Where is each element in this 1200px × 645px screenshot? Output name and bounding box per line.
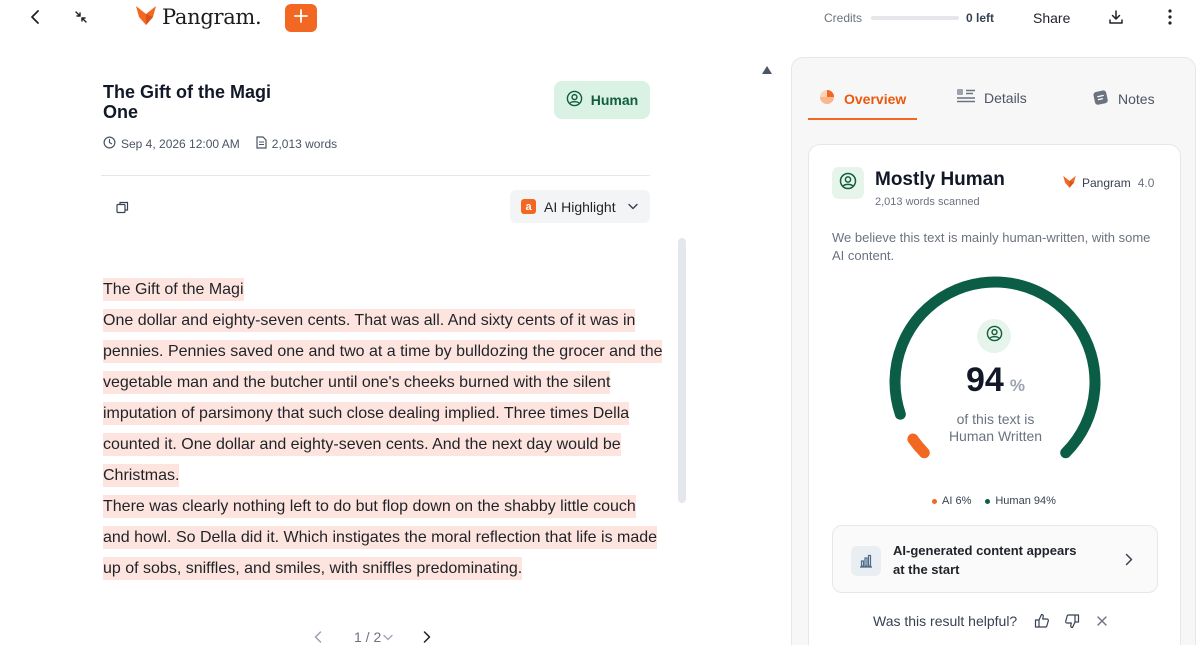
words-scanned: 2,013 words scanned: [875, 196, 980, 208]
brand-logo[interactable]: Pangram.: [134, 3, 262, 32]
classification-badge: Human: [554, 81, 650, 119]
collapse-icon[interactable]: [70, 6, 92, 28]
brand-name: Pangram.: [162, 5, 262, 29]
document-title: The Gift of the Magi One: [103, 82, 403, 122]
tab-notes-label: Notes: [1118, 90, 1155, 107]
highlight-mode-dropdown[interactable]: a AI Highlight: [510, 190, 650, 223]
document-meta: Sep 4, 2026 12:00 AM 2,013 words: [103, 136, 353, 152]
credits-progress-bar: [871, 16, 959, 20]
more-vertical-icon[interactable]: [1160, 7, 1180, 27]
download-icon[interactable]: [1106, 7, 1126, 27]
credits-left: 0 left: [966, 11, 995, 25]
details-list-icon: [956, 88, 976, 107]
chevron-right-icon[interactable]: [423, 629, 435, 645]
credits-label: Credits: [824, 11, 863, 25]
ai-highlighted-text: The Gift of the Magi: [103, 278, 244, 301]
header-divider: [101, 175, 650, 176]
insight-card[interactable]: AI-generated content appears at the star…: [832, 525, 1158, 593]
classification-label: Human: [590, 92, 639, 108]
overview-pie-icon: [818, 88, 836, 109]
user-circle-icon: [986, 325, 1003, 347]
word-count-text: 2,013 words: [271, 137, 338, 151]
feedback-row: Was this result helpful?: [873, 612, 1111, 630]
result-description: We believe this text is mainly human-wri…: [832, 230, 1151, 263]
legend-ai-dot: [932, 498, 937, 504]
tab-notes[interactable]: Notes: [1092, 88, 1155, 109]
ai-highlight-badge: a: [521, 199, 536, 214]
page-selector[interactable]: 1 / 2: [354, 629, 393, 645]
percent-sign: %: [1009, 376, 1025, 395]
model-name: Pangram: [1082, 176, 1131, 190]
document-date: Sep 4, 2026 12:00 AM: [103, 136, 240, 152]
document-scrollbar[interactable]: [678, 238, 686, 503]
legend-ai-label: AI 6%: [942, 495, 972, 507]
percent-value: 94: [966, 361, 1004, 399]
date-text: Sep 4, 2026 12:00 AM: [121, 137, 240, 151]
percent-caption: of this text is Human Written: [809, 411, 1182, 445]
model-version: 4.0: [1137, 176, 1155, 190]
document-title-line-2: One: [103, 102, 139, 122]
highlight-mode-label: AI Highlight: [544, 198, 616, 215]
paragraph: The Gift of the Magi: [103, 274, 663, 305]
paragraph: One dollar and eighty-seven cents. That …: [103, 305, 663, 491]
copy-icon[interactable]: [113, 198, 131, 216]
tab-overview[interactable]: Overview: [818, 88, 906, 109]
new-document-button[interactable]: [285, 4, 317, 32]
user-circle-icon: [566, 90, 583, 110]
thumbs-up-icon[interactable]: [1033, 612, 1051, 630]
result-icon: [832, 167, 864, 199]
chevron-down-icon: [627, 203, 638, 210]
result-title: Mostly Human: [875, 169, 1005, 190]
fox-logo-icon: [134, 3, 158, 32]
notes-icon: [1092, 88, 1110, 109]
thumbs-down-icon[interactable]: [1063, 612, 1081, 630]
user-circle-icon: [839, 172, 857, 195]
results-panel: Overview Details Notes Mostly Human 2,01…: [791, 57, 1196, 645]
bar-chart-icon: [851, 546, 881, 576]
plus-icon: [294, 8, 308, 28]
top-bar: Pangram. Credits 0 left Share: [0, 0, 1200, 36]
result-card: Mostly Human 2,013 words scanned Pangram…: [808, 144, 1181, 645]
tab-details-label: Details: [984, 89, 1027, 106]
insight-text: AI-generated content appears at the star…: [893, 541, 1113, 579]
feedback-question: Was this result helpful?: [873, 613, 1018, 629]
gauge-user-icon: [977, 319, 1011, 353]
caption-line-1: of this text is: [956, 411, 1035, 427]
page-indicator: 1 / 2: [354, 629, 382, 645]
insight-line-1: AI-generated content appears: [893, 543, 1077, 558]
active-tab-indicator: [808, 118, 917, 120]
back-arrow-icon[interactable]: [24, 6, 46, 28]
tab-details[interactable]: Details: [956, 88, 1027, 107]
gauge-legend: AI 6% Human 94%: [932, 495, 1056, 507]
chevron-right-icon: [1125, 553, 1135, 567]
calendar-clock-icon: [103, 136, 116, 152]
legend-human-dot: [985, 498, 991, 504]
legend-human-label: Human 94%: [995, 495, 1056, 507]
close-icon[interactable]: [1093, 612, 1111, 630]
legend-human: Human 94%: [985, 495, 1056, 507]
document-body: The Gift of the Magi One dollar and eigh…: [103, 274, 663, 584]
chevron-left-icon[interactable]: [314, 629, 326, 645]
chevron-down-icon: [383, 634, 393, 641]
tab-overview-label: Overview: [844, 90, 907, 107]
ai-highlighted-text: One dollar and eighty-seven cents. That …: [103, 309, 663, 487]
share-button[interactable]: Share: [1033, 10, 1070, 26]
document-icon: [256, 136, 267, 152]
model-brand: Pangram 4.0: [1062, 174, 1154, 192]
caption-line-2: Human Written: [948, 428, 1043, 444]
paragraph: There was clearly nothing left to do but…: [103, 491, 663, 584]
pagination: 1 / 2: [314, 629, 435, 645]
fox-logo-icon: [1062, 174, 1077, 192]
insight-line-2: at the start: [893, 562, 960, 577]
document-title-line-1: The Gift of the Magi: [103, 82, 271, 102]
caret-up-icon[interactable]: [761, 62, 773, 74]
document-word-count: 2,013 words: [256, 136, 337, 152]
legend-ai: AI 6%: [932, 495, 971, 507]
ai-highlighted-text: There was clearly nothing left to do but…: [103, 495, 658, 580]
human-percent: 94%: [809, 361, 1182, 400]
